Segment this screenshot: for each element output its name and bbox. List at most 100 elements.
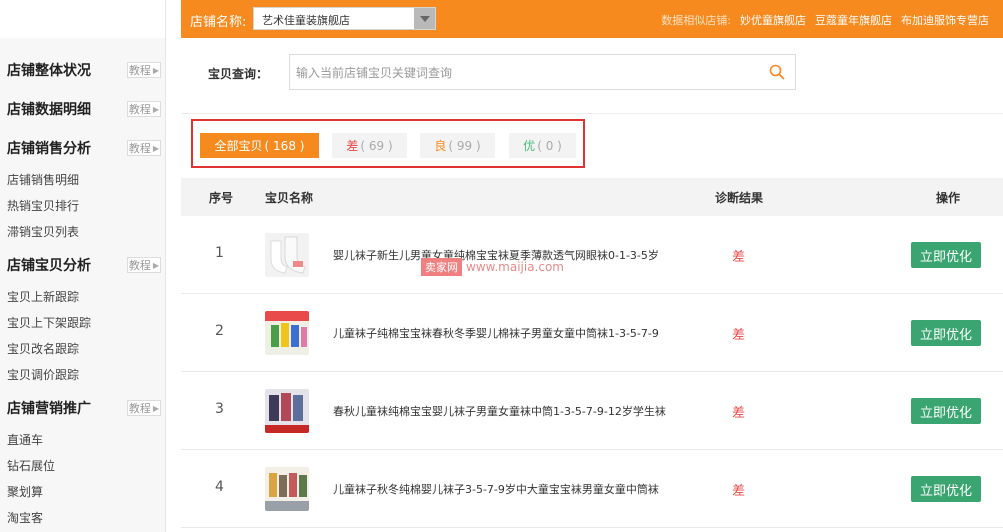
tutorial-label: 教程 <box>128 103 151 116</box>
sidebar-section-sales[interactable]: 店铺销售分析 教程 ▶ <box>0 128 165 167</box>
filter-good-count-wrap: ( 99 ) <box>448 138 481 153</box>
tutorial-link[interactable]: 教程 ▶ <box>127 257 161 273</box>
sidebar-section-title: 店铺数据明细 <box>7 101 91 118</box>
filter-good-tab[interactable]: 良 ( 99 ) <box>420 133 495 158</box>
watermark: 卖家网 www.maijia.com <box>421 258 564 276</box>
search-row: 宝贝查询： <box>181 38 1003 114</box>
sidebar-section-detail[interactable]: 店铺数据明细 教程 ▶ <box>0 89 165 128</box>
filter-all-count: 168 <box>273 138 296 153</box>
diagnosis-result: 差 <box>732 484 746 499</box>
sidebar-item-taobaoke[interactable]: 淘宝客 <box>0 505 165 531</box>
table-row: 3 春秋儿童袜纯棉宝宝婴儿袜子男童女童袜中筒1-3-5-7-9-12岁学生袜 差… <box>181 372 1003 450</box>
filter-bad-count: 69 <box>368 138 385 153</box>
table-row: 2 儿童袜子纯棉宝宝袜春秋冬季婴儿棉袜子男童女童中筒袜1-3-5-7-9 差 立… <box>181 294 1003 372</box>
optimize-button[interactable]: 立即优化 <box>911 476 981 502</box>
filter-all-tab[interactable]: 全部宝贝 ( 168 ) <box>200 133 319 158</box>
column-header-name: 宝贝名称 <box>265 191 314 205</box>
filter-good-label: 良 <box>434 139 447 153</box>
tutorial-label: 教程 <box>128 142 151 155</box>
similar-shops: 数据相似店铺: 妙优童旗舰店 豆蔻童年旗舰店 布加迪服饰专营店 <box>661 12 989 28</box>
product-title[interactable]: 儿童袜子纯棉宝宝袜春秋冬季婴儿棉袜子男童女童中筒袜1-3-5-7-9 <box>333 325 659 341</box>
product-thumbnail[interactable] <box>265 467 309 511</box>
sidebar-section-items[interactable]: 店铺宝贝分析 教程 ▶ <box>0 245 165 284</box>
top-bar: 店铺名称: 艺术佳童装旗舰店 数据相似店铺: 妙优童旗舰店 豆蔻童年旗舰店 布加… <box>181 0 1003 38</box>
tutorial-link[interactable]: 教程 ▶ <box>127 101 161 117</box>
diagnosis-result: 差 <box>732 328 746 343</box>
chevron-right-icon: ▶ <box>152 143 160 153</box>
filter-bad-count-wrap: ( 69 ) <box>360 138 393 153</box>
table-row: 1 婴儿袜子新生儿男童女童纯棉宝宝袜夏季薄款透气网眼袜0-1-3-5岁 差 立即… <box>181 216 1003 294</box>
items-table: 序号 宝贝名称 诊断结果 操作 1 婴儿袜子新生儿男童女童纯棉宝宝袜夏季薄款透气… <box>181 178 1003 528</box>
chevron-down-icon <box>419 15 430 22</box>
sidebar-section-title: 店铺营销推广 <box>7 400 91 417</box>
shop-name-label: 店铺名称: <box>190 15 247 30</box>
sidebar-item-juhuasuan[interactable]: 聚划算 <box>0 479 165 505</box>
row-index: 1 <box>215 245 224 261</box>
sidebar-nav: 店铺整体状况 教程 ▶ 店铺数据明细 教程 ▶ 店铺销售分析 教程 ▶ 店铺销售明细 … <box>0 38 165 531</box>
sidebar-section-overall[interactable]: 店铺整体状况 教程 ▶ <box>0 50 165 89</box>
filter-row: 全部宝贝 ( 168 ) 差 ( 69 ) 良 ( 99 ) 优 ( 0 ) <box>181 115 1003 178</box>
similar-shop-link[interactable]: 妙优童旗舰店 <box>740 12 806 28</box>
sidebar-item-hot-items[interactable]: 热销宝贝排行 <box>0 193 165 219</box>
search-label: 宝贝查询： <box>208 67 269 81</box>
row-index: 4 <box>215 479 224 495</box>
chevron-right-icon: ▶ <box>152 403 160 413</box>
optimize-button[interactable]: 立即优化 <box>911 242 981 268</box>
product-thumbnail[interactable] <box>265 233 309 277</box>
shop-select[interactable]: 艺术佳童装旗舰店 <box>253 7 436 30</box>
table-header: 序号 宝贝名称 诊断结果 操作 <box>181 178 1003 216</box>
search-icon[interactable] <box>769 64 785 80</box>
sidebar-item-listing-tracking[interactable]: 宝贝上下架跟踪 <box>0 310 165 336</box>
product-title[interactable]: 儿童袜子秋冬纯棉婴儿袜子3-5-7-9岁中大童宝宝袜男童女童中筒袜 <box>333 481 659 497</box>
diagnosis-result: 差 <box>732 250 746 265</box>
filter-excellent-count-wrap: ( 0 ) <box>537 138 562 153</box>
table-row: 4 儿童袜子秋冬纯棉婴儿袜子3-5-7-9岁中大童宝宝袜男童女童中筒袜 差 立即… <box>181 450 1003 528</box>
sidebar-section-marketing[interactable]: 店铺营销推广 教程 ▶ <box>0 388 165 427</box>
chevron-right-icon: ▶ <box>152 65 160 75</box>
sidebar-item-slow-items[interactable]: 滞销宝贝列表 <box>0 219 165 245</box>
sidebar-item-price-tracking[interactable]: 宝贝调价跟踪 <box>0 362 165 388</box>
watermark-badge: 卖家网 <box>421 258 462 276</box>
chevron-right-icon: ▶ <box>152 260 160 270</box>
row-index: 2 <box>215 323 224 339</box>
sidebar-header <box>0 0 165 38</box>
product-thumbnail[interactable] <box>265 311 309 355</box>
similar-shop-link[interactable]: 布加迪服饰专营店 <box>901 12 989 28</box>
product-thumbnail[interactable] <box>265 389 309 433</box>
sidebar-section-title: 店铺销售分析 <box>7 140 91 157</box>
similar-shop-link[interactable]: 豆蔻童年旗舰店 <box>815 12 892 28</box>
sidebar-item-rename-tracking[interactable]: 宝贝改名跟踪 <box>0 336 165 362</box>
sidebar-item-sales-detail[interactable]: 店铺销售明细 <box>0 167 165 193</box>
sidebar-item-ztc[interactable]: 直通车 <box>0 427 165 453</box>
dropdown-button[interactable] <box>414 8 435 29</box>
optimize-button[interactable]: 立即优化 <box>911 398 981 424</box>
product-title[interactable]: 春秋儿童袜纯棉宝宝婴儿袜子男童女童袜中筒1-3-5-7-9-12岁学生袜 <box>333 403 666 419</box>
tutorial-label: 教程 <box>128 64 151 77</box>
column-header-result: 诊断结果 <box>715 191 764 205</box>
tutorial-link[interactable]: 教程 ▶ <box>127 62 161 78</box>
filter-all-label: 全部宝贝 <box>214 139 263 153</box>
sidebar-item-diamond[interactable]: 钻石展位 <box>0 453 165 479</box>
filter-good-count: 99 <box>456 138 473 153</box>
search-box <box>289 54 796 90</box>
watermark-url: www.maijia.com <box>466 260 564 274</box>
sidebar-item-new-tracking[interactable]: 宝贝上新跟踪 <box>0 284 165 310</box>
sidebar-section-title: 店铺宝贝分析 <box>7 257 91 274</box>
filter-excellent-count: 0 <box>545 138 554 153</box>
search-input[interactable] <box>296 63 756 83</box>
optimize-button[interactable]: 立即优化 <box>911 320 981 346</box>
column-header-action: 操作 <box>936 191 961 205</box>
chevron-right-icon: ▶ <box>152 104 160 114</box>
filter-excellent-tab[interactable]: 优 ( 0 ) <box>509 133 576 158</box>
tutorial-link[interactable]: 教程 ▶ <box>127 400 161 416</box>
filter-all-count-wrap: ( 168 ) <box>264 138 305 153</box>
column-header-index: 序号 <box>209 191 234 205</box>
app-root: 店铺整体状况 教程 ▶ 店铺数据明细 教程 ▶ 店铺销售分析 教程 ▶ 店铺销售明细 … <box>0 0 1003 532</box>
tutorial-label: 教程 <box>128 259 151 272</box>
shop-select-value: 艺术佳童装旗舰店 <box>262 14 350 27</box>
filter-excellent-label: 优 <box>523 139 536 153</box>
filter-bad-tab[interactable]: 差 ( 69 ) <box>332 133 407 158</box>
diagnosis-result: 差 <box>732 406 746 421</box>
sidebar-section-title: 店铺整体状况 <box>7 62 91 79</box>
tutorial-link[interactable]: 教程 ▶ <box>127 140 161 156</box>
